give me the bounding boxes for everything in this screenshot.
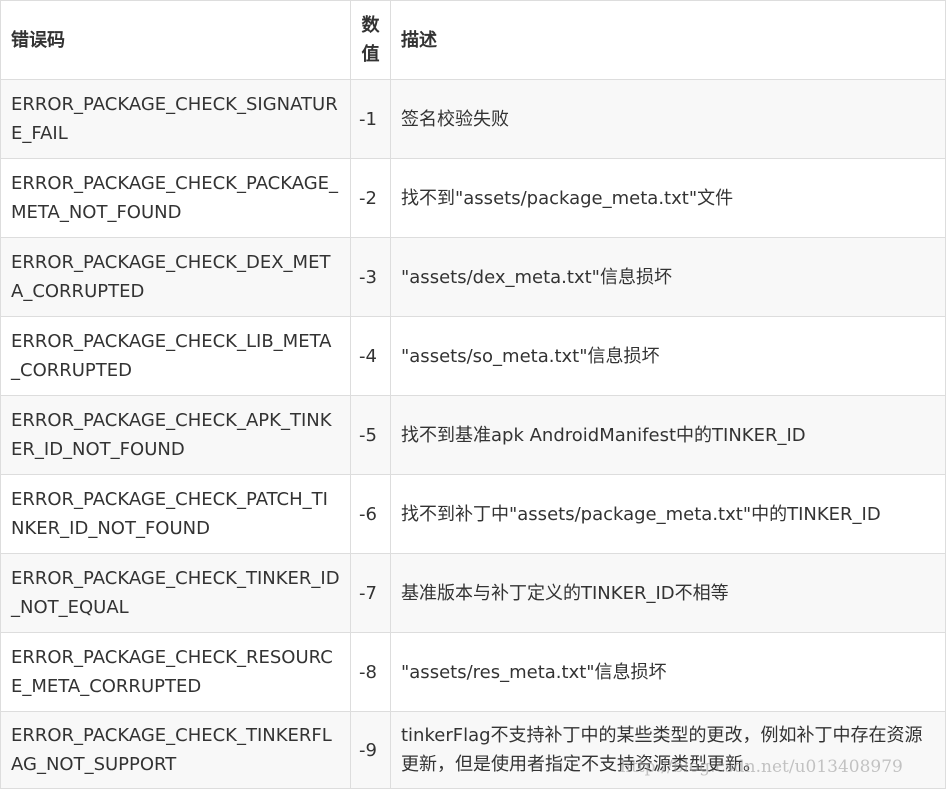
table-row: ERROR_PACKAGE_CHECK_TINKERFLAG_NOT_SUPPO… [0, 711, 946, 789]
error-description-cell: "assets/dex_meta.txt"信息损坏 [390, 237, 946, 317]
error-description-cell: 找不到补丁中"assets/package_meta.txt"中的TINKER_… [390, 474, 946, 554]
error-code-cell: ERROR_PACKAGE_CHECK_PACKAGE_META_NOT_FOU… [0, 158, 351, 238]
table-row: ERROR_PACKAGE_CHECK_TINKER_ID_NOT_EQUAL … [0, 553, 946, 633]
error-code-table: 错误码 数值 描述 ERROR_PACKAGE_CHECK_SIGNATURE_… [0, 0, 946, 789]
table-row: ERROR_PACKAGE_CHECK_SIGNATURE_FAIL -1 签名… [0, 79, 946, 159]
error-code-cell: ERROR_PACKAGE_CHECK_DEX_META_CORRUPTED [0, 237, 351, 317]
header-row: 错误码 数值 描述 [0, 0, 946, 80]
table-row: ERROR_PACKAGE_CHECK_LIB_META_CORRUPTED -… [0, 316, 946, 396]
error-description-cell: 找不到基准apk AndroidManifest中的TINKER_ID [390, 395, 946, 475]
error-value-cell: -1 [350, 79, 391, 159]
error-value-cell: -2 [350, 158, 391, 238]
table-body: ERROR_PACKAGE_CHECK_SIGNATURE_FAIL -1 签名… [0, 79, 946, 789]
error-value-cell: -8 [350, 632, 391, 712]
error-code-cell: ERROR_PACKAGE_CHECK_PATCH_TINKER_ID_NOT_… [0, 474, 351, 554]
error-code-cell: ERROR_PACKAGE_CHECK_RESOURCE_META_CORRUP… [0, 632, 351, 712]
header-value: 数值 [350, 0, 391, 80]
table-row: ERROR_PACKAGE_CHECK_RESOURCE_META_CORRUP… [0, 632, 946, 712]
error-code-cell: ERROR_PACKAGE_CHECK_SIGNATURE_FAIL [0, 79, 351, 159]
error-code-cell: ERROR_PACKAGE_CHECK_TINKERFLAG_NOT_SUPPO… [0, 711, 351, 789]
error-value-cell: -9 [350, 711, 391, 789]
header-description: 描述 [390, 0, 946, 80]
error-description-cell: 签名校验失败 [390, 79, 946, 159]
error-value-cell: -5 [350, 395, 391, 475]
table-row: ERROR_PACKAGE_CHECK_PATCH_TINKER_ID_NOT_… [0, 474, 946, 554]
error-description-cell: 基准版本与补丁定义的TINKER_ID不相等 [390, 553, 946, 633]
error-code-cell: ERROR_PACKAGE_CHECK_LIB_META_CORRUPTED [0, 316, 351, 396]
error-value-cell: -3 [350, 237, 391, 317]
error-code-cell: ERROR_PACKAGE_CHECK_TINKER_ID_NOT_EQUAL [0, 553, 351, 633]
error-value-cell: -7 [350, 553, 391, 633]
table-row: ERROR_PACKAGE_CHECK_APK_TINKER_ID_NOT_FO… [0, 395, 946, 475]
error-value-cell: -4 [350, 316, 391, 396]
error-description-cell: "assets/so_meta.txt"信息损坏 [390, 316, 946, 396]
error-description-cell: "assets/res_meta.txt"信息损坏 [390, 632, 946, 712]
table-header: 错误码 数值 描述 [0, 0, 946, 80]
error-description-cell: 找不到"assets/package_meta.txt"文件 [390, 158, 946, 238]
table-row: ERROR_PACKAGE_CHECK_DEX_META_CORRUPTED -… [0, 237, 946, 317]
table-row: ERROR_PACKAGE_CHECK_PACKAGE_META_NOT_FOU… [0, 158, 946, 238]
header-code: 错误码 [0, 0, 351, 80]
error-description-cell: tinkerFlag不支持补丁中的某些类型的更改，例如补丁中存在资源更新，但是使… [390, 711, 946, 789]
error-value-cell: -6 [350, 474, 391, 554]
error-code-cell: ERROR_PACKAGE_CHECK_APK_TINKER_ID_NOT_FO… [0, 395, 351, 475]
